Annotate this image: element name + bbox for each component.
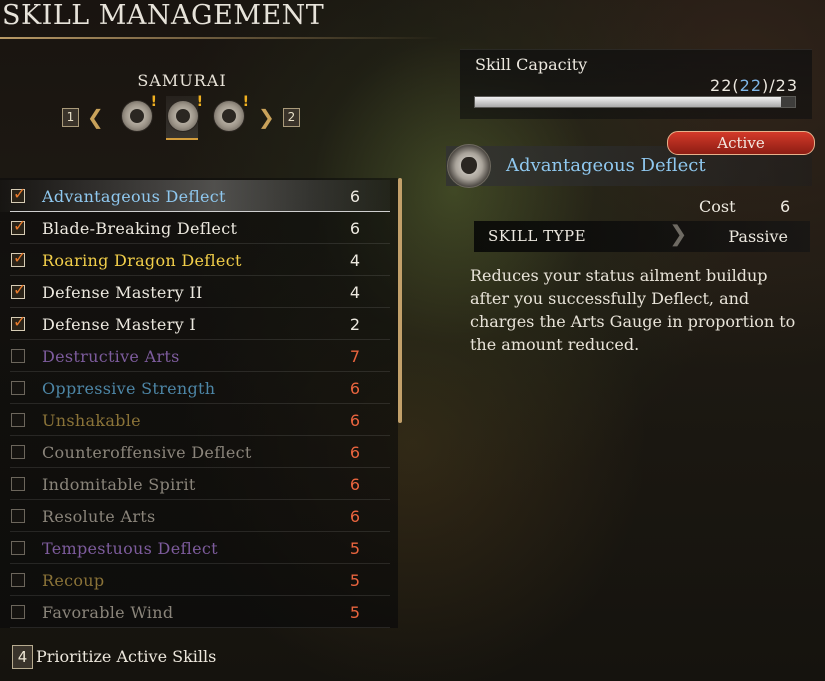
new-mark: ! (150, 94, 157, 110)
skill-cost: 7 (349, 347, 360, 366)
skill-cost: 6 (349, 379, 360, 398)
samurai-face-icon (176, 109, 190, 123)
skill-cost: 6 (349, 219, 360, 238)
skill-row[interactable]: ✓ Defense Mastery I 2 (0, 308, 390, 340)
capacity-max: 23 (775, 76, 798, 95)
checkbox-empty-icon[interactable] (11, 381, 25, 395)
checkbox-checked-icon[interactable]: ✓ (11, 216, 26, 235)
skill-type-row: SKILL TYPE ❯ Passive (474, 221, 810, 252)
class-icon-3[interactable]: ! (213, 94, 249, 132)
capacity-bar-fill (475, 97, 782, 107)
class-name: SAMURAI (137, 71, 227, 90)
skill-name: Indomitable Spirit (42, 475, 196, 494)
skill-name: Destructive Arts (42, 347, 180, 366)
capacity-used: 22 (710, 76, 733, 95)
skill-name: Oppressive Strength (42, 379, 216, 398)
skill-row[interactable]: ✓ Blade-Breaking Deflect 6 (0, 212, 390, 244)
skill-row[interactable]: ✓ Defense Mastery II 4 (0, 276, 390, 308)
checkbox-checked-icon[interactable]: ✓ (11, 312, 26, 331)
checkbox-checked-icon[interactable]: ✓ (11, 184, 26, 203)
skill-name: Roaring Dragon Deflect (42, 251, 242, 270)
skill-cost: 4 (349, 283, 360, 302)
skill-cost: 6 (349, 443, 360, 462)
skill-name: Favorable Wind (42, 603, 174, 622)
samurai-face-icon (130, 109, 144, 123)
skill-row[interactable]: Recoup 5 (0, 564, 390, 596)
checkbox-empty-icon[interactable] (11, 477, 25, 491)
skill-cost: 6 (349, 411, 360, 430)
skill-row[interactable]: Counteroffensive Deflect 6 (0, 436, 390, 468)
skill-name: Defense Mastery II (42, 283, 203, 302)
skill-cost: 6 (349, 507, 360, 526)
prioritize-key[interactable]: 4 (12, 645, 33, 669)
skill-type-value: Passive (728, 227, 788, 246)
skill-name: Resolute Arts (42, 507, 156, 526)
samurai-face-icon (222, 109, 236, 123)
checkbox-empty-icon[interactable] (11, 413, 25, 427)
skill-cost: 6 (349, 187, 360, 206)
class-icon-1[interactable]: ! (121, 94, 157, 132)
checkbox-empty-icon[interactable] (11, 445, 25, 459)
skill-title: Advantageous Deflect (506, 155, 706, 176)
prev-arrow-icon[interactable]: ❮ (87, 107, 104, 127)
skill-name: Counteroffensive Deflect (42, 443, 252, 462)
capacity-bar (474, 96, 796, 108)
skill-name: Recoup (42, 571, 105, 590)
skill-row[interactable]: Unshakable 6 (0, 404, 390, 436)
checkbox-empty-icon[interactable] (11, 509, 25, 523)
cost-label: Cost (699, 197, 736, 216)
prioritize-active-label[interactable]: Prioritize Active Skills (36, 647, 216, 666)
skill-description: Reduces your status ailment buildup afte… (470, 266, 796, 354)
skill-cost: 5 (349, 539, 360, 558)
skill-row[interactable]: Destructive Arts 7 (0, 340, 390, 372)
checkbox-empty-icon[interactable] (11, 573, 25, 587)
skill-name: Unshakable (42, 411, 141, 430)
skill-cost: 4 (349, 251, 360, 270)
checkmark-icon: ✓ (13, 280, 27, 299)
new-mark: ! (242, 94, 249, 110)
skill-list-scrollbar[interactable] (398, 178, 402, 423)
capacity-preview: 22 (739, 76, 762, 95)
checkbox-empty-icon[interactable] (11, 541, 25, 555)
skill-emblem-icon (447, 144, 491, 188)
checkbox-checked-icon[interactable]: ✓ (11, 280, 26, 299)
checkmark-icon: ✓ (13, 312, 27, 331)
checkmark-icon: ✓ (13, 248, 27, 267)
skill-name: Tempestuous Deflect (42, 539, 218, 558)
skill-type-label: SKILL TYPE (488, 227, 587, 245)
active-status-badge: Active (667, 131, 815, 155)
skill-row[interactable]: Oppressive Strength 6 (0, 372, 390, 404)
skill-name: Defense Mastery I (42, 315, 196, 334)
next-class-key[interactable]: 2 (283, 108, 300, 127)
capacity-panel: Skill Capacity 22(22)/23 (460, 49, 812, 119)
skill-name: Blade-Breaking Deflect (42, 219, 238, 238)
checkbox-empty-icon[interactable] (11, 349, 25, 363)
skill-row[interactable]: ✓ Roaring Dragon Deflect 4 (0, 244, 390, 276)
skill-name: Advantageous Deflect (42, 187, 226, 206)
skill-cost: 5 (349, 603, 360, 622)
skill-row[interactable]: Tempestuous Deflect 5 (0, 532, 390, 564)
prev-class-key[interactable]: 1 (62, 108, 79, 127)
cost-value: 6 (780, 197, 791, 216)
skill-row[interactable]: Indomitable Spirit 6 (0, 468, 390, 500)
title-underline (0, 37, 440, 39)
checkbox-checked-icon[interactable]: ✓ (11, 248, 26, 267)
skill-cost: 5 (349, 571, 360, 590)
chevron-right-icon: ❯ (669, 222, 688, 247)
page-title: SKILL MANAGEMENT (2, 0, 325, 31)
checkbox-empty-icon[interactable] (11, 605, 25, 619)
new-mark: ! (196, 94, 203, 110)
class-icon-2[interactable]: ! (167, 94, 203, 132)
skill-row[interactable]: ✓ Advantageous Deflect 6 (0, 180, 390, 212)
capacity-value: 22(22)/23 (710, 76, 798, 95)
skill-cost: 6 (349, 475, 360, 494)
next-arrow-icon[interactable]: ❯ (258, 107, 275, 127)
checkmark-icon: ✓ (13, 216, 27, 235)
skill-row[interactable]: Favorable Wind 5 (0, 596, 390, 628)
checkmark-icon: ✓ (13, 184, 27, 203)
capacity-label: Skill Capacity (475, 55, 588, 74)
skill-row[interactable]: Resolute Arts 6 (0, 500, 390, 532)
row-divider (10, 627, 390, 628)
skill-cost: 2 (349, 315, 360, 334)
